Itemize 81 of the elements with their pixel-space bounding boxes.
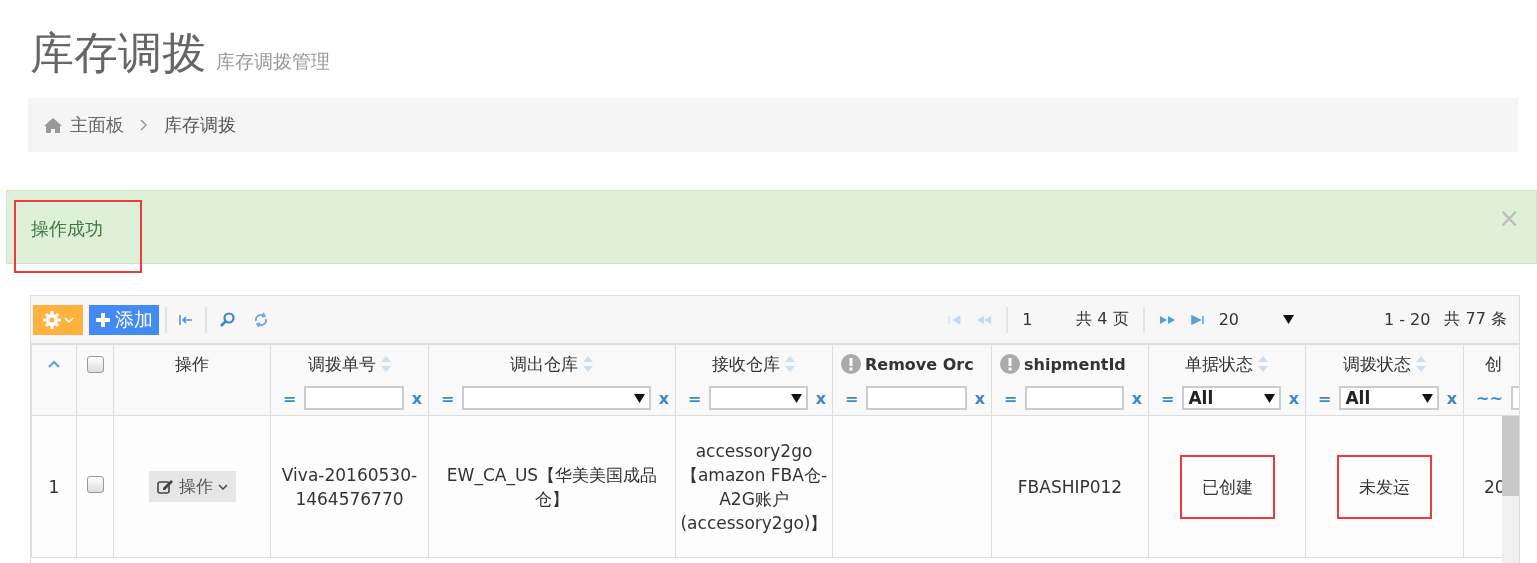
column-header[interactable]: shipmentId [1024,354,1126,374]
clear-filter-button[interactable]: x [411,388,422,408]
breadcrumb-item: 库存调拨 [164,113,236,137]
breadcrumb-item[interactable]: 主面板 [70,113,124,137]
column-header[interactable]: 操作 [175,352,209,376]
info-icon [1000,354,1020,374]
chevron-right-icon [140,119,148,131]
row-number: 1 [31,415,77,558]
first-page-icon[interactable] [948,314,963,325]
clear-filter-button[interactable]: x [1446,388,1457,408]
gear-icon [42,310,61,329]
record-total: 共 77 条 [1444,309,1507,330]
alert-message: 操作成功 [31,217,103,241]
filter-input[interactable] [304,386,404,410]
table-cell: FBASHIP012 [1017,476,1123,497]
row-checkbox[interactable] [86,475,104,493]
sort-icon[interactable] [582,355,594,373]
info-icon [841,354,861,374]
filter-input[interactable] [1510,386,1519,410]
action-button[interactable]: 操作 [148,471,236,502]
page-title: 库存调拨 [30,28,206,80]
sort-icon[interactable] [784,355,796,373]
edit-icon [156,479,174,494]
filter-operator: = [283,388,297,408]
next-page-icon[interactable] [1158,314,1177,325]
filter-operator: = [1161,388,1175,408]
filter-operator: = [688,388,702,408]
filter-operator: ~~ [1476,388,1503,408]
last-page-icon[interactable] [1190,314,1205,325]
filter-operator: = [441,388,455,408]
plus-icon [95,311,111,328]
column-header[interactable]: 单据状态 [1185,352,1253,376]
page-subtitle: 库存调拨管理 [216,50,330,74]
column-header[interactable]: 调拨单号 [307,352,376,376]
settings-button[interactable] [33,304,83,335]
page-size-select[interactable]: 20 [1218,310,1294,329]
page-number[interactable]: 1 [1022,310,1063,329]
dropdown-arrow-icon [633,393,645,403]
filter-operator: = [1318,388,1332,408]
clear-filter-button[interactable]: x [815,388,826,408]
caret-down-icon [63,316,74,323]
previous-page-icon[interactable] [976,314,993,325]
scrollbar-thumb[interactable] [1502,416,1519,496]
scrollbar[interactable] [1502,416,1519,563]
first-column-icon[interactable] [179,313,193,326]
filter-select[interactable]: All [1182,386,1281,410]
dropdown-arrow-icon [1263,393,1275,403]
home-icon [44,117,62,133]
column-header[interactable]: 调拨状态 [1342,352,1411,376]
table-cell: EW_CA_US【华美美国成品仓】 [446,464,658,509]
collapse-icon[interactable] [48,360,60,368]
filter-input[interactable] [1025,386,1124,410]
refresh-icon[interactable] [253,311,269,328]
search-icon[interactable] [219,311,235,328]
select-all-checkbox[interactable] [86,355,104,373]
column-header[interactable]: 接收仓库 [712,352,780,376]
clear-filter-button[interactable]: x [658,388,669,408]
sort-icon[interactable] [379,355,392,373]
clear-filter-button[interactable]: x [1288,388,1299,408]
column-header[interactable]: Remove Orc [865,354,974,374]
dropdown-arrow-icon [790,393,802,403]
table-cell: accessory2go【amazon FBA仓-A2G账户(accessory2go)】 [680,440,828,533]
caret-down-icon [217,483,228,490]
sort-icon[interactable] [1257,355,1269,373]
filter-input[interactable] [866,386,967,410]
record-range: 1 - 20 [1384,310,1431,329]
highlighted-cell: 已创建 [1179,454,1275,519]
filter-select[interactable] [709,386,808,410]
table-cell: Viva-20160530-1464576770 [281,464,418,509]
highlighted-cell: 未发运 [1337,454,1432,519]
filter-operator: = [1004,388,1018,408]
dropdown-arrow-icon [1283,315,1294,324]
clear-filter-button[interactable]: x [1131,388,1142,408]
filter-select[interactable]: All [1339,386,1439,410]
column-header[interactable]: 创 [1485,352,1502,376]
column-header[interactable]: 调出仓库 [510,352,578,376]
sort-icon[interactable] [1414,355,1427,373]
filter-operator: = [845,388,859,408]
page-count: 共 4 页 [1076,309,1129,330]
dropdown-arrow-icon [1421,393,1433,403]
clear-filter-button[interactable]: x [974,388,985,408]
